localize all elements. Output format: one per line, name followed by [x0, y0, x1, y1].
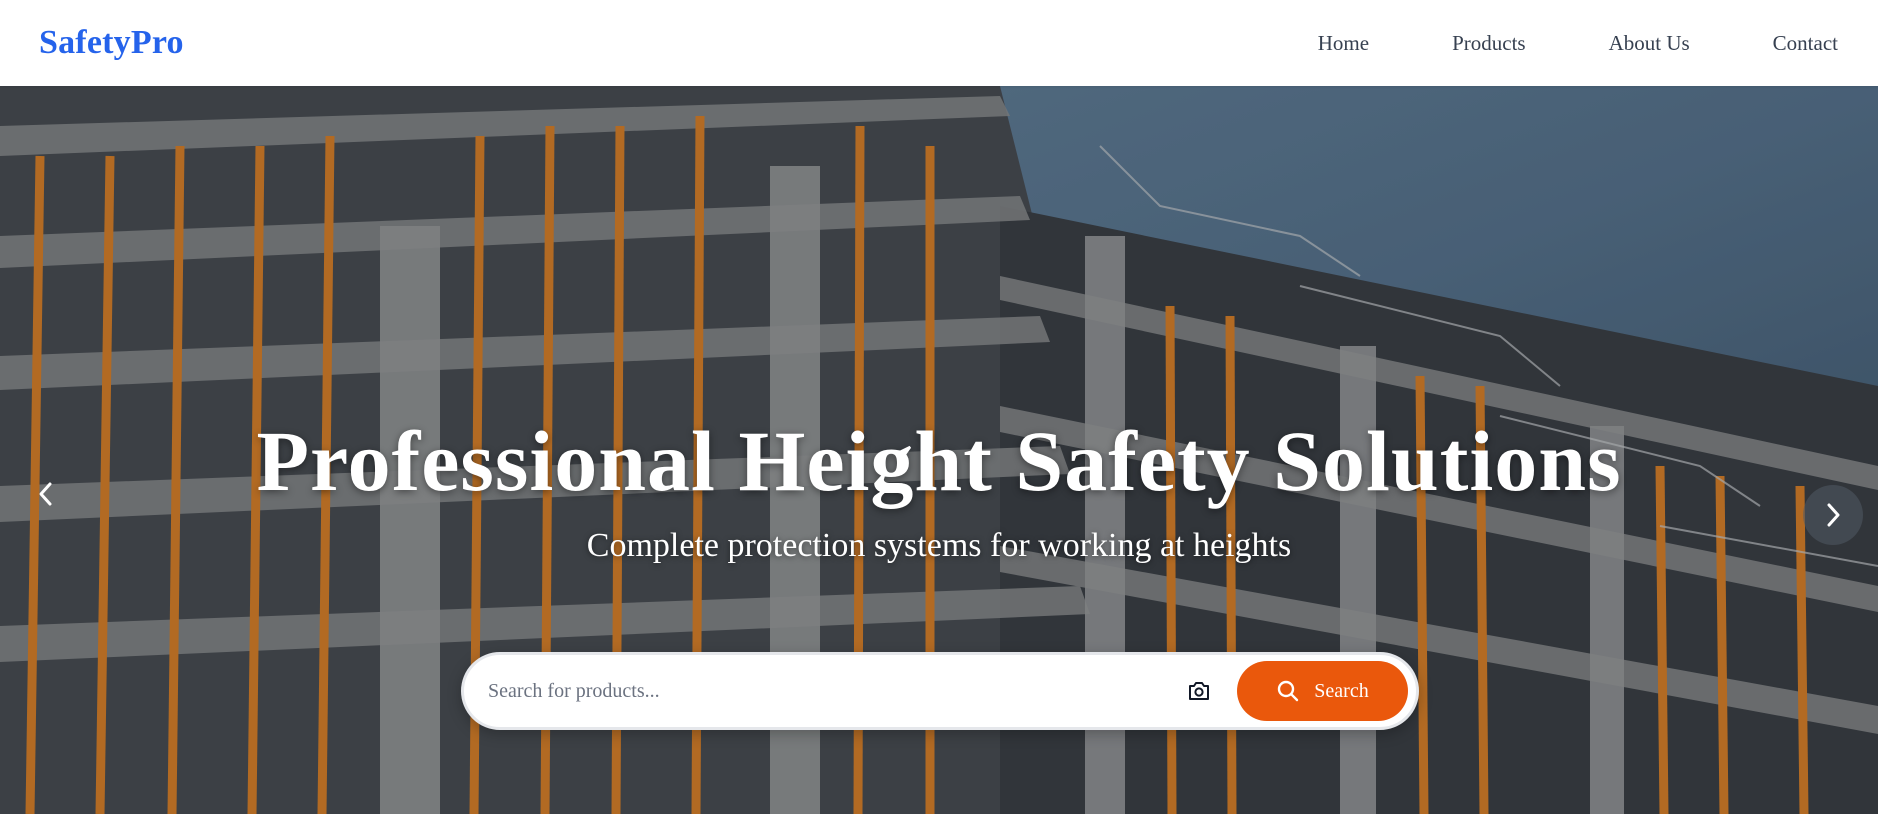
- nav-item-contact[interactable]: Contact: [1773, 31, 1838, 56]
- search-input[interactable]: [488, 671, 1179, 711]
- hero-section: Professional Height Safety Solutions Com…: [0, 86, 1878, 814]
- search-icon: [1278, 680, 1299, 702]
- carousel-next-button[interactable]: [1803, 485, 1863, 545]
- image-search-button[interactable]: [1179, 671, 1219, 711]
- site-header: SafetyPro Home Products About Us Contact: [0, 0, 1878, 86]
- search-button[interactable]: Search: [1237, 661, 1408, 721]
- hero-subtitle: Complete protection systems for working …: [586, 527, 1292, 564]
- nav-item-products[interactable]: Products: [1452, 31, 1526, 56]
- nav-item-home[interactable]: Home: [1318, 31, 1369, 56]
- search-button-label: Search: [1314, 679, 1369, 702]
- chevron-right-icon: [1827, 503, 1840, 527]
- site-logo[interactable]: SafetyPro: [39, 24, 184, 62]
- hero-title: Professional Height Safety Solutions: [256, 413, 1622, 509]
- carousel-prev-button[interactable]: [24, 472, 68, 516]
- nav-item-about-us[interactable]: About Us: [1609, 31, 1690, 56]
- camera-icon: [1189, 682, 1209, 700]
- chevron-left-icon: [39, 482, 52, 506]
- main-nav: Home Products About Us Contact: [1318, 31, 1838, 56]
- product-search-bar: Search: [461, 652, 1419, 730]
